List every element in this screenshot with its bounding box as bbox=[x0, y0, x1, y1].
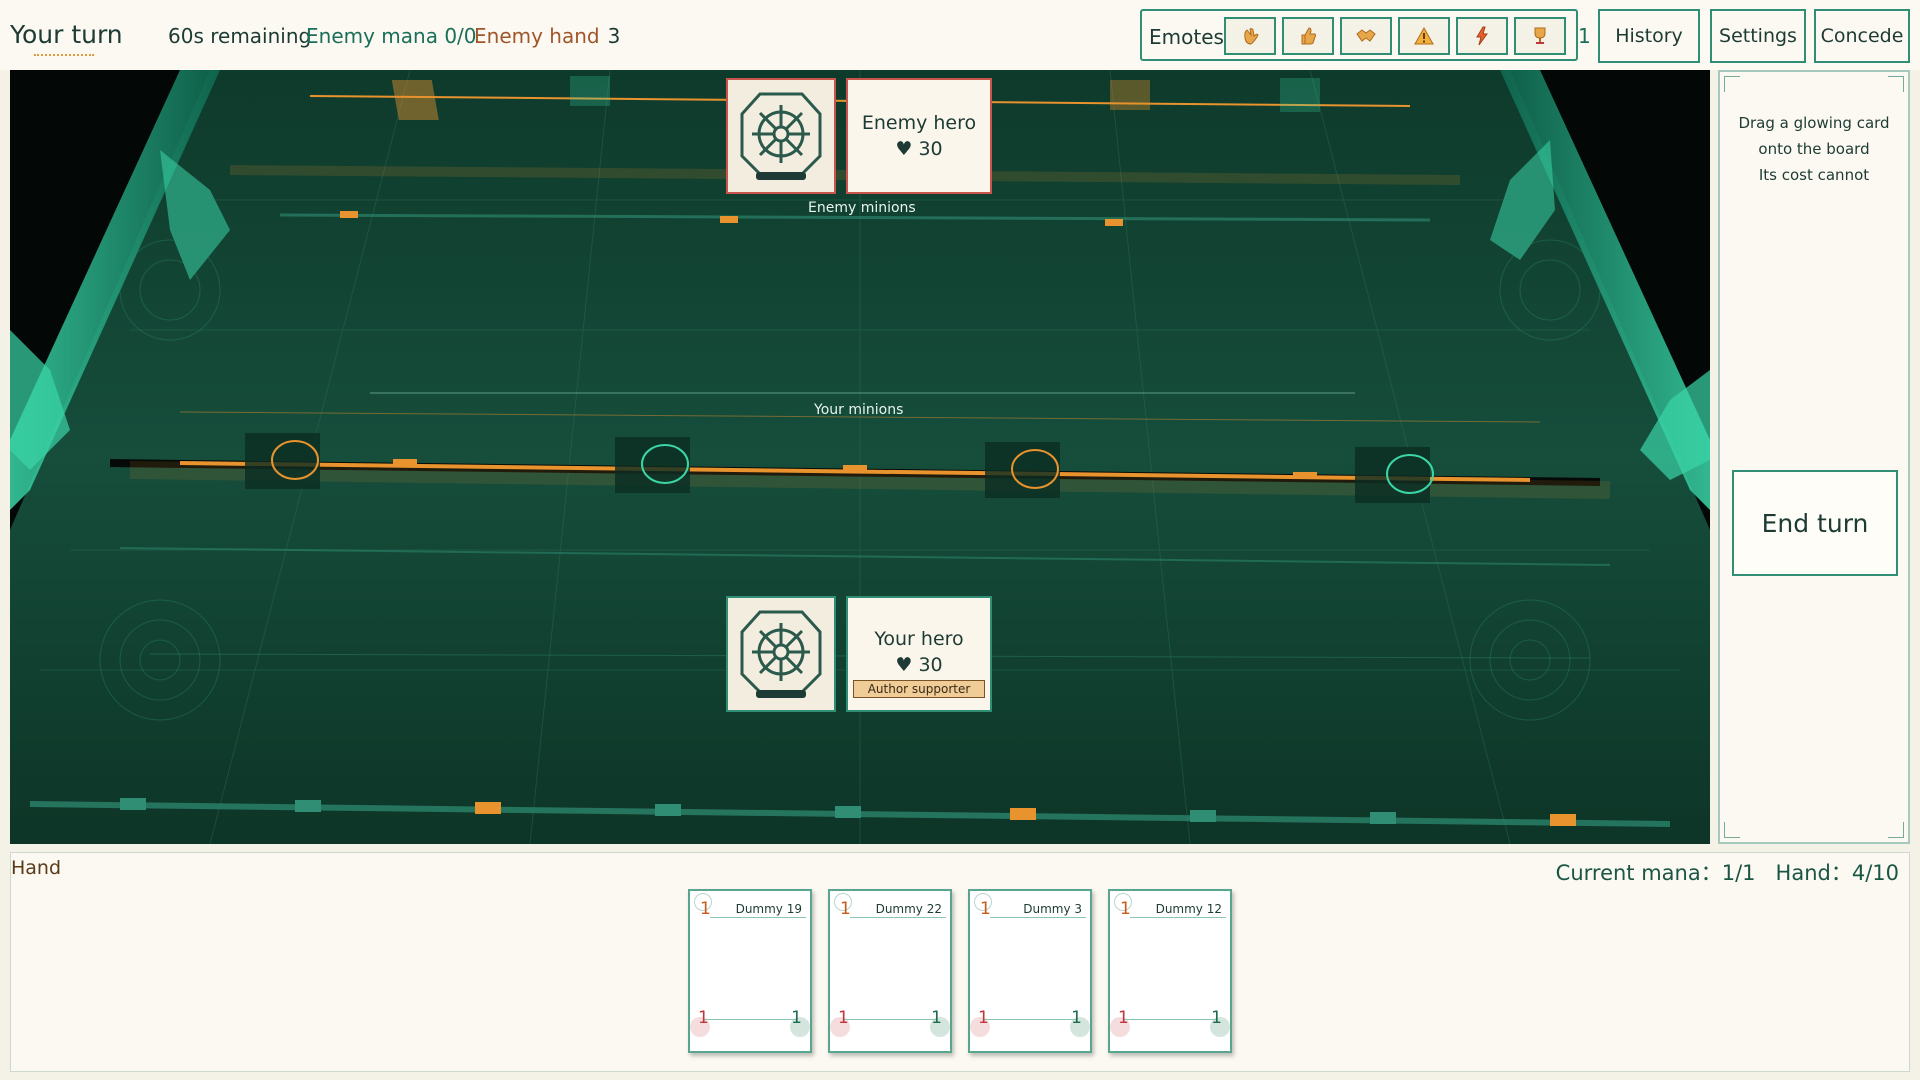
panel-corner bbox=[1888, 76, 1904, 92]
emote-thumbs-up-button[interactable] bbox=[1282, 17, 1334, 55]
card-name: Dummy 3 bbox=[1023, 902, 1082, 916]
hint-line: Drag a glowing card bbox=[1738, 114, 1890, 132]
your-hero-health: ♥ 30 bbox=[895, 654, 943, 676]
ship-wheel-icon bbox=[740, 92, 822, 180]
hand-card[interactable]: 1 Dummy 3 1 1 bbox=[968, 889, 1092, 1053]
card-name: Dummy 22 bbox=[875, 902, 942, 916]
card-name: Dummy 12 bbox=[1155, 902, 1222, 916]
side-panel: Drag a glowing card onto the board Its c… bbox=[1718, 70, 1910, 844]
emote-trophy-button[interactable] bbox=[1514, 17, 1566, 55]
concede-button[interactable]: Concede bbox=[1814, 9, 1910, 63]
enemy-hero-card[interactable]: Enemy hero ♥ 30 bbox=[846, 78, 992, 194]
warning-icon bbox=[1414, 26, 1434, 45]
card-divider bbox=[710, 917, 806, 918]
thumbs-up-icon bbox=[1301, 27, 1316, 45]
card-name: Dummy 19 bbox=[735, 902, 802, 916]
hand-card[interactable]: 1 Dummy 19 1 1 bbox=[688, 889, 812, 1053]
hand-card[interactable]: 1 Dummy 22 1 1 bbox=[828, 889, 952, 1053]
hint-line: onto the board bbox=[1758, 140, 1870, 158]
emote-count: 1 bbox=[1578, 24, 1591, 48]
panel-corner bbox=[1888, 822, 1904, 838]
card-divider bbox=[990, 917, 1086, 918]
ship-wheel-icon bbox=[740, 610, 822, 698]
card-divider bbox=[1124, 1019, 1216, 1020]
card-attack: 1 bbox=[1118, 1008, 1129, 1028]
card-cost: 1 bbox=[1120, 899, 1131, 919]
emote-lightning-button[interactable] bbox=[1456, 17, 1508, 55]
hint-line: Its cost cannot bbox=[1758, 166, 1870, 184]
emote-warning-button[interactable] bbox=[1398, 17, 1450, 55]
hand-area: Hand Current mana：1/1 Hand：4/10 1 Dummy … bbox=[10, 852, 1910, 1072]
card-attack: 1 bbox=[698, 1008, 709, 1028]
card-attack: 1 bbox=[838, 1008, 849, 1028]
player-mana-hand-stats: Current mana：1/1 Hand：4/10 bbox=[1555, 861, 1899, 885]
your-hero-portrait[interactable] bbox=[726, 596, 836, 712]
card-divider bbox=[850, 917, 946, 918]
enemy-hero-portrait[interactable] bbox=[726, 78, 836, 194]
turn-underline bbox=[34, 54, 94, 56]
card-health: 1 bbox=[791, 1008, 802, 1028]
author-supporter-badge: Author supporter bbox=[853, 680, 985, 698]
enemy-hand-count: 3 bbox=[607, 24, 621, 48]
enemy-hero-name: Enemy hero bbox=[861, 112, 977, 134]
enemy-hero-health: ♥ 30 bbox=[895, 138, 943, 160]
turn-indicator: Your turn bbox=[10, 20, 123, 56]
hand-card[interactable]: 1 Dummy 12 1 1 bbox=[1108, 889, 1232, 1053]
game-board[interactable]: Enemy hero ♥ 30 Enemy minions Your minio… bbox=[10, 70, 1710, 844]
emotes-bar: Emotes bbox=[1140, 9, 1578, 61]
turn-text: Your turn bbox=[10, 20, 123, 49]
card-divider bbox=[704, 1019, 796, 1020]
enemy-hand: Enemy hand 3 bbox=[474, 24, 620, 48]
enemy-hand-label: Enemy hand bbox=[474, 24, 600, 48]
card-cost: 1 bbox=[700, 899, 711, 919]
card-divider bbox=[984, 1019, 1076, 1020]
wave-icon bbox=[1244, 28, 1259, 45]
enemy-minions-label: Enemy minions bbox=[808, 200, 916, 216]
handshake-icon bbox=[1356, 29, 1376, 42]
hand-title: Hand bbox=[11, 857, 62, 879]
card-attack: 1 bbox=[978, 1008, 989, 1028]
card-divider bbox=[1130, 917, 1226, 918]
play-hint: Drag a glowing card onto the board Its c… bbox=[1720, 110, 1908, 188]
card-health: 1 bbox=[931, 1008, 942, 1028]
history-button[interactable]: History bbox=[1598, 9, 1700, 63]
lightning-icon bbox=[1476, 26, 1488, 46]
card-divider bbox=[844, 1019, 936, 1020]
trophy-icon bbox=[1534, 27, 1546, 44]
settings-button[interactable]: Settings bbox=[1710, 9, 1806, 63]
your-minions-label: Your minions bbox=[814, 402, 904, 418]
card-cost: 1 bbox=[980, 899, 991, 919]
emote-handshake-button[interactable] bbox=[1340, 17, 1392, 55]
enemy-mana: Enemy mana 0/0 bbox=[306, 24, 477, 48]
panel-corner bbox=[1724, 822, 1740, 838]
card-cost: 1 bbox=[840, 899, 851, 919]
your-hero-card[interactable]: Your hero ♥ 30 Author supporter bbox=[846, 596, 992, 712]
card-health: 1 bbox=[1211, 1008, 1222, 1028]
turn-timer: 60s remaining bbox=[168, 24, 312, 48]
card-health: 1 bbox=[1071, 1008, 1082, 1028]
emotes-label: Emotes bbox=[1149, 25, 1224, 49]
top-bar: Your turn 60s remaining Enemy mana 0/0 E… bbox=[0, 0, 1920, 70]
emote-wave-button[interactable] bbox=[1224, 17, 1276, 55]
your-hero-name: Your hero bbox=[874, 628, 964, 650]
panel-corner bbox=[1724, 76, 1740, 92]
end-turn-button[interactable]: End turn bbox=[1732, 470, 1898, 576]
